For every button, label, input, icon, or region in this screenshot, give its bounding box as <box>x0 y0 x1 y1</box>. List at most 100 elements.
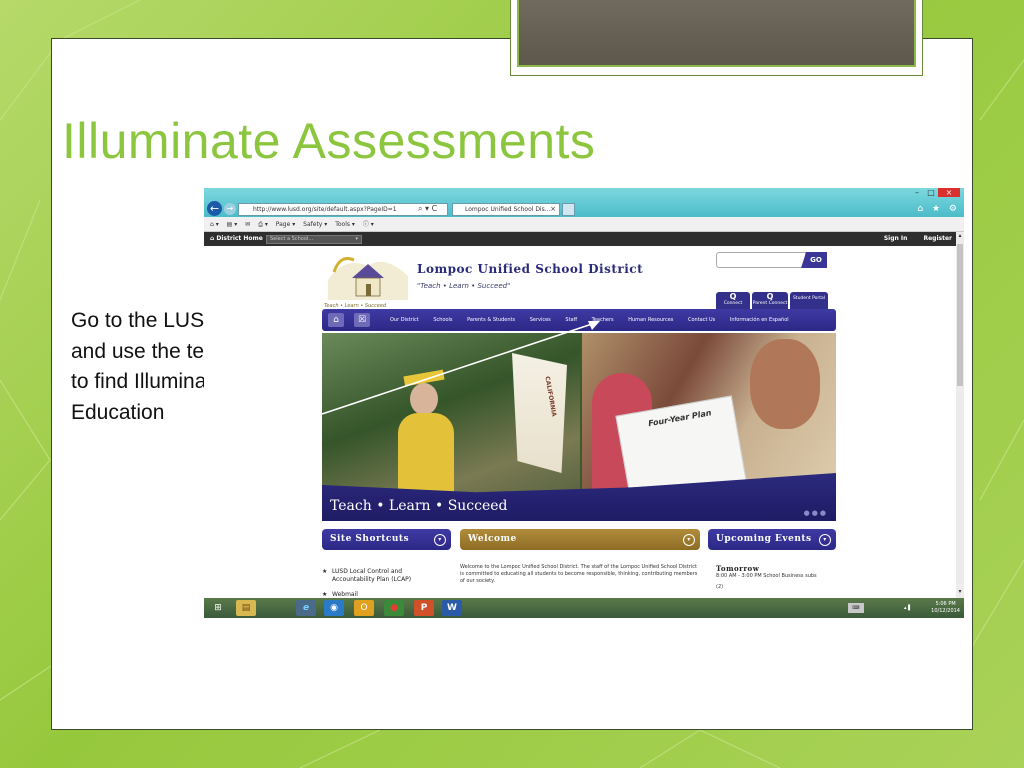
back-arrow-icon[interactable]: ← <box>207 201 222 216</box>
register-link[interactable]: Register <box>923 235 952 242</box>
clock-date: 10/12/2014 <box>931 608 960 614</box>
event-item[interactable]: 8:00 AM - 3:00 PM School Business subs <box>716 573 817 579</box>
window-controls: – □ × <box>910 188 960 200</box>
parent-connect-icon: Q <box>766 292 774 301</box>
nav-our-district[interactable]: Our District <box>390 317 419 323</box>
close-tab-icon[interactable]: × <box>550 204 556 215</box>
district-home-link[interactable]: ⌂ District Home <box>210 232 263 246</box>
sitemap-icon[interactable]: ☒ <box>354 313 370 327</box>
shortcut-lcap-label: LUSD Local Control and Accountability Pl… <box>332 568 412 583</box>
tools-menu[interactable]: Tools ▾ <box>335 221 355 228</box>
nav-links: Our District Schools Parents & Students … <box>390 309 802 331</box>
site-search-input[interactable] <box>716 252 806 268</box>
address-bar[interactable]: http://www.lusd.org/site/default.aspx?Pa… <box>238 203 448 216</box>
hero-banner[interactable]: CALIFORNIA Four-Year Plan Teach • Learn … <box>322 333 836 521</box>
safari-icon[interactable]: ◉ <box>324 600 344 616</box>
expand-icon[interactable]: ▾ <box>683 534 695 546</box>
upcoming-events-title: Upcoming Events <box>716 534 812 544</box>
sign-in-link[interactable]: Sign In <box>884 235 908 242</box>
browser-tab-label: Lompoc Unified School Dis... <box>465 206 551 213</box>
decorative-tab <box>510 0 923 76</box>
event-count: (2) <box>716 584 724 590</box>
clock-time: 5:06 PM <box>935 601 956 607</box>
welcome-title: Welcome <box>468 534 517 544</box>
browser-tab[interactable]: Lompoc Unified School Dis... × <box>452 203 560 216</box>
flag-text: CALIFORNIA <box>543 375 558 418</box>
main-nav: ⌂ ☒ Our District Schools Parents & Stude… <box>322 309 836 331</box>
help-menu[interactable]: ⓘ ▾ <box>363 221 374 228</box>
feeds-menu[interactable]: ▤ ▾ <box>227 221 238 228</box>
expand-icon[interactable]: ▾ <box>819 534 831 546</box>
nav-parents-students[interactable]: Parents & Students <box>467 317 515 323</box>
site-name[interactable]: Lompoc Unified School District <box>417 262 643 276</box>
scroll-down-icon[interactable]: ▾ <box>956 588 964 598</box>
outlook-icon[interactable]: O <box>354 600 374 616</box>
site-tagline: "Teach • Learn • Succeed" <box>417 282 511 290</box>
maximize-icon[interactable]: □ <box>924 188 938 197</box>
forward-arrow-icon[interactable]: → <box>224 203 236 215</box>
home-menu[interactable]: ⌂ ▾ <box>210 221 219 228</box>
star-icon: ★ <box>322 568 328 575</box>
windows-taskbar: ⊞ ▤ e ◉ O ● P W ⌨ ▴ ▌ 5:06 PM 10/12/2014 <box>204 598 964 618</box>
minimize-icon[interactable]: – <box>910 188 924 197</box>
star-icon: ★ <box>322 591 328 598</box>
q-connect-label: Connect <box>723 301 743 306</box>
print-menu[interactable]: ⎙ ▾ <box>258 221 268 228</box>
welcome-text: Welcome to the Lompoc Unified School Dis… <box>460 564 698 584</box>
flag-image: CALIFORNIA <box>512 353 567 473</box>
chrome-icon[interactable]: ● <box>384 600 404 616</box>
paper-title: Four-Year Plan <box>647 408 713 429</box>
safety-menu[interactable]: Safety ▾ <box>303 221 327 228</box>
shortcut-lcap[interactable]: ★ LUSD Local Control and Accountability … <box>322 568 442 584</box>
parent-connect-button[interactable]: Q Parent Connect <box>752 292 788 310</box>
keyboard-icon[interactable]: ⌨ <box>848 603 864 613</box>
slide-title: Illuminate Assessments <box>62 113 596 169</box>
nav-services[interactable]: Services <box>530 317 551 323</box>
welcome-header[interactable]: Welcome ▾ <box>460 529 700 550</box>
chevron-down-icon: ▾ <box>355 236 358 242</box>
word-icon[interactable]: W <box>442 600 462 616</box>
upcoming-events-header[interactable]: Upcoming Events ▾ <box>708 529 836 550</box>
internet-explorer-icon[interactable]: e <box>296 600 316 616</box>
q-connect-button[interactable]: Q Connect <box>716 292 750 310</box>
nav-contact-us[interactable]: Contact Us <box>688 317 715 323</box>
school-logo-icon <box>328 257 408 300</box>
district-bar: ⌂ District Home Select a School... ▾ Sig… <box>204 232 956 246</box>
school-select[interactable]: Select a School... ▾ <box>266 235 362 244</box>
scroll-thumb[interactable] <box>957 244 963 386</box>
slideshow-dots[interactable]: ●●● <box>804 509 828 517</box>
nav-staff[interactable]: Staff <box>565 317 577 323</box>
shortcut-webmail[interactable]: ★ Webmail <box>322 591 358 598</box>
student-portal-label: Student Portal <box>792 296 826 301</box>
page-menu[interactable]: Page ▾ <box>276 221 295 228</box>
account-links: Sign In Register <box>870 232 952 246</box>
file-explorer-icon[interactable]: ▤ <box>236 600 256 616</box>
nav-espanol[interactable]: Información en Español <box>730 317 789 323</box>
browser-screenshot: ← → http://www.lusd.org/site/default.asp… <box>204 188 964 618</box>
student-portal-button[interactable]: Student Portal <box>790 292 828 310</box>
site-shortcuts-title: Site Shortcuts <box>330 534 410 544</box>
address-controls[interactable]: ⌕ ▾ C <box>418 203 448 215</box>
powerpoint-icon[interactable]: P <box>414 600 434 616</box>
shortcut-webmail-label: Webmail <box>332 591 358 598</box>
ie-command-bar: ⌂ ▾ ▤ ▾ ✉ ⎙ ▾ Page ▾ Safety ▾ Tools ▾ ⓘ … <box>204 217 964 232</box>
parent-connect-label: Parent Connect <box>752 301 788 306</box>
home-icon[interactable]: ⌂ <box>328 313 344 327</box>
taskbar-clock[interactable]: 5:06 PM 10/12/2014 <box>931 601 960 615</box>
hero-caption: Teach • Learn • Succeed <box>330 498 508 514</box>
ie-titlebar: ← → http://www.lusd.org/site/default.asp… <box>204 188 964 217</box>
nav-schools[interactable]: Schools <box>433 317 452 323</box>
mail-icon[interactable]: ✉ <box>245 221 250 228</box>
nav-human-resources[interactable]: Human Resources <box>628 317 673 323</box>
nav-teachers[interactable]: Teachers <box>592 317 614 323</box>
scroll-up-icon[interactable]: ▴ <box>956 232 964 242</box>
page-scrollbar[interactable]: ▴ ▾ <box>956 232 964 598</box>
close-window-icon[interactable]: × <box>938 188 960 197</box>
expand-icon[interactable]: ▾ <box>434 534 446 546</box>
site-shortcuts-header[interactable]: Site Shortcuts ▾ <box>322 529 451 550</box>
windows-start-icon[interactable]: ⊞ <box>208 600 228 616</box>
home-favorites-tools-icons[interactable]: ⌂ ★ ⚙ <box>917 204 960 214</box>
new-tab-button[interactable] <box>562 203 575 216</box>
system-tray-icons[interactable]: ▴ ▌ <box>904 605 912 611</box>
q-connect-icon: Q <box>729 292 737 301</box>
